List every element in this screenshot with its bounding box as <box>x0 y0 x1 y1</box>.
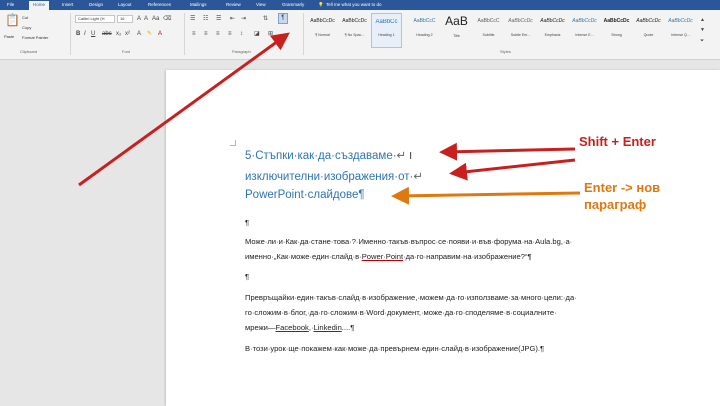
arrow-to-line-break-2 <box>449 158 576 181</box>
arrow-to-line-break-1 <box>439 142 576 161</box>
annotation-arrows <box>78 32 581 205</box>
arrow-to-pilcrow-button <box>78 32 290 187</box>
arrow-to-paragraph-mark <box>391 186 581 205</box>
